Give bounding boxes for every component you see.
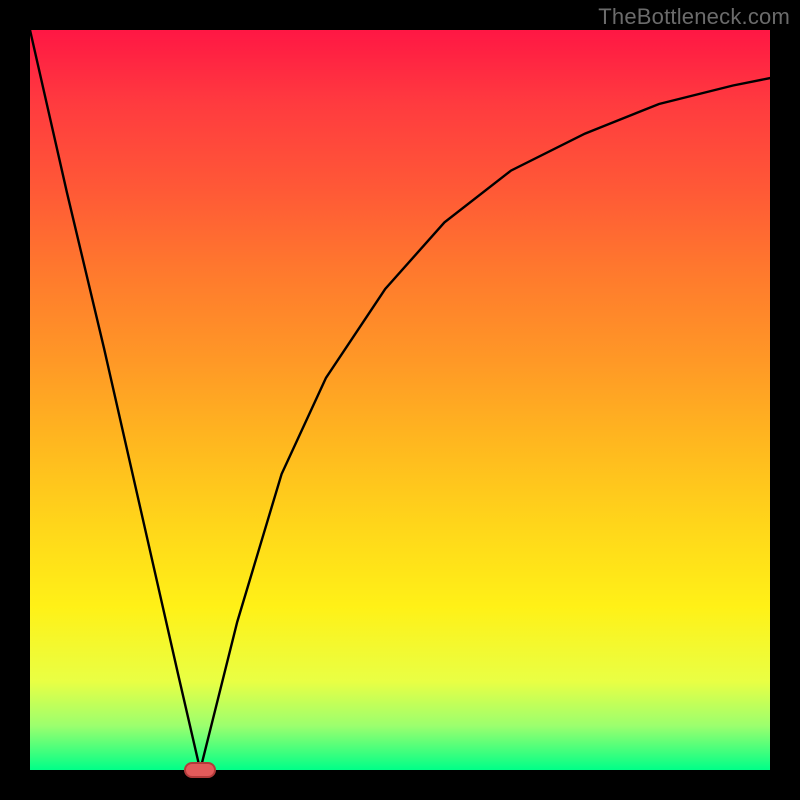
- highlight-marker: [184, 762, 216, 778]
- watermark-text: TheBottleneck.com: [598, 4, 790, 30]
- curve-left-branch: [30, 30, 200, 770]
- chart-frame: TheBottleneck.com: [0, 0, 800, 800]
- curve-right-branch: [200, 78, 770, 770]
- plot-area: [30, 30, 770, 770]
- curve-svg: [30, 30, 770, 770]
